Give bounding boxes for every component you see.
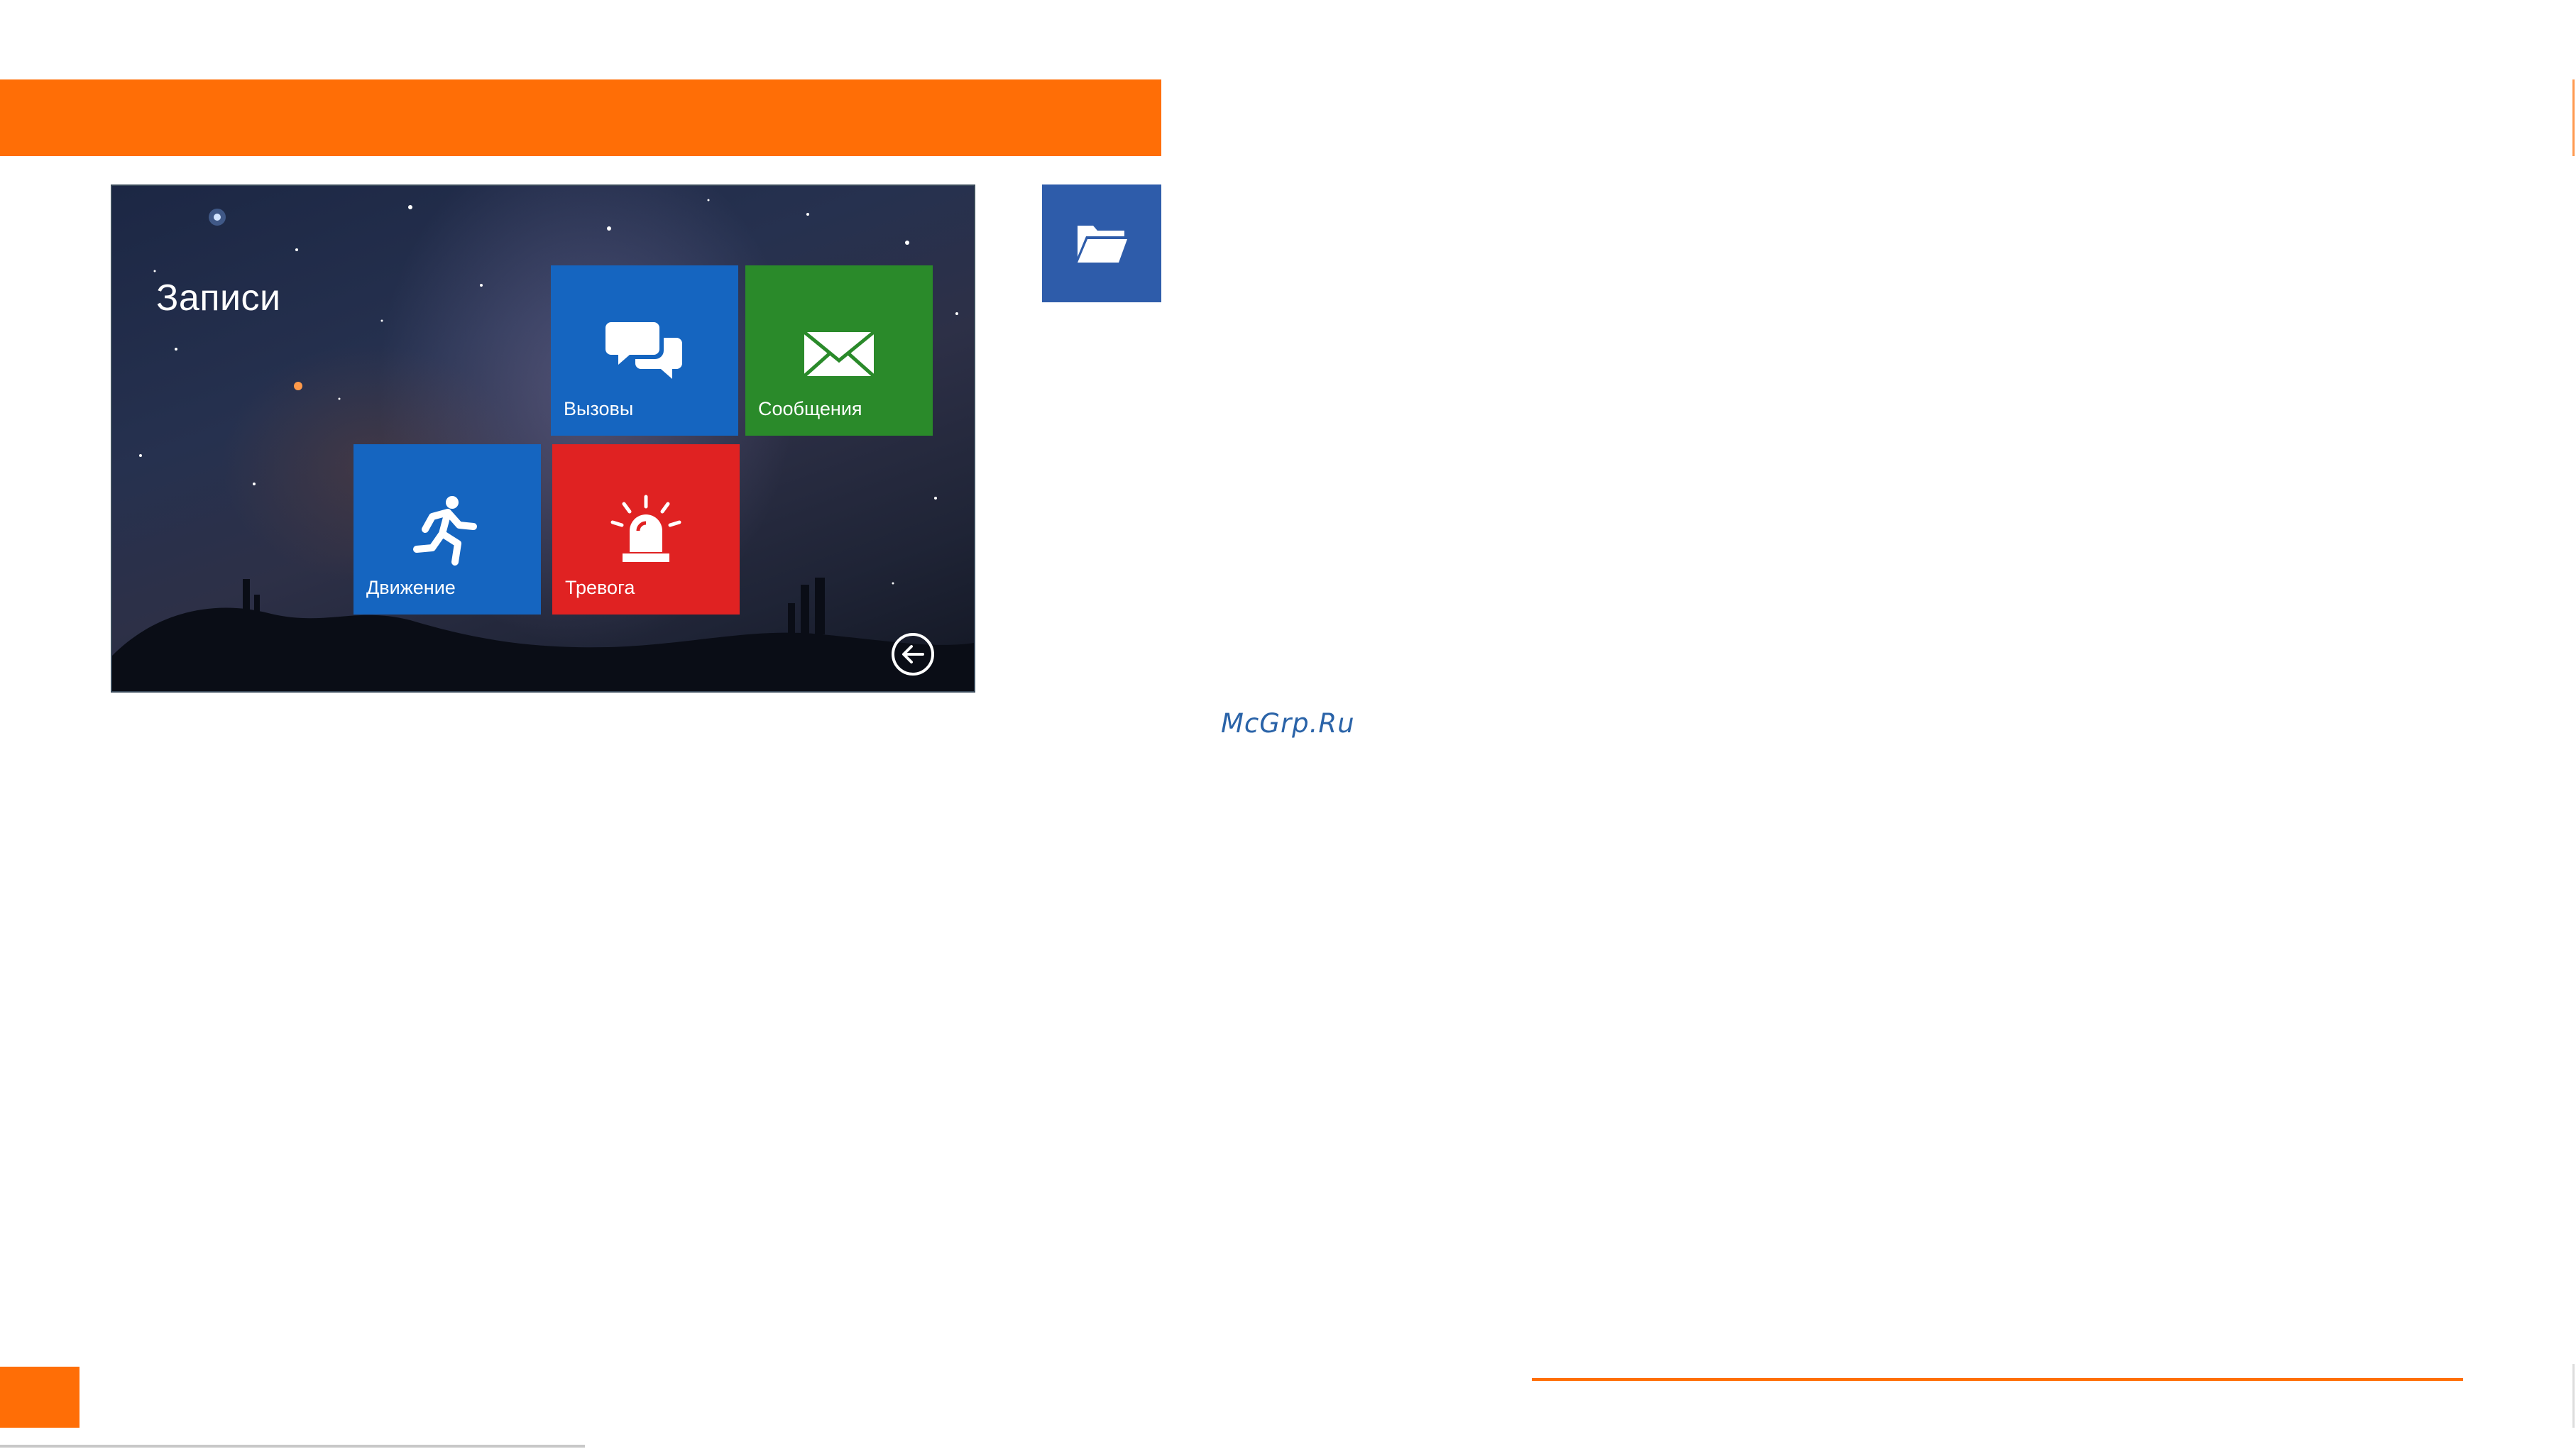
footer-rule-right xyxy=(1532,1378,2463,1381)
open-folder-icon xyxy=(1078,226,1127,263)
calls-label: Вызовы xyxy=(564,398,634,419)
back-arrow-icon[interactable] xyxy=(890,632,936,677)
header-accent-bar xyxy=(0,79,1161,156)
footer-rule-left xyxy=(0,1445,585,1448)
messages-label: Сообщения xyxy=(758,398,862,419)
calls-tile[interactable]: Вызовы xyxy=(551,265,738,436)
alarm-tile[interactable]: Тревога xyxy=(552,444,740,615)
siren-icon xyxy=(610,495,681,562)
motion-tile[interactable]: Движение xyxy=(353,444,541,615)
edge-mark-bottom xyxy=(2572,1364,2575,1428)
screen-title: Записи xyxy=(156,277,281,319)
records-folder-tile xyxy=(1042,184,1161,302)
envelope-icon xyxy=(803,331,875,378)
watermark-text: McGrp.Ru xyxy=(1221,708,1355,739)
messages-tile[interactable]: Сообщения xyxy=(745,265,933,436)
running-man-icon xyxy=(413,496,477,566)
hill-silhouette xyxy=(112,578,974,691)
motion-label: Движение xyxy=(366,577,456,598)
edge-mark-top xyxy=(2572,79,2575,156)
device-screen-records-menu: Записи Вызовы Сообщения Движение Тревога xyxy=(111,184,975,693)
alarm-label: Тревога xyxy=(565,577,635,598)
chat-bubbles-icon xyxy=(605,322,682,379)
page-marker xyxy=(0,1367,80,1428)
